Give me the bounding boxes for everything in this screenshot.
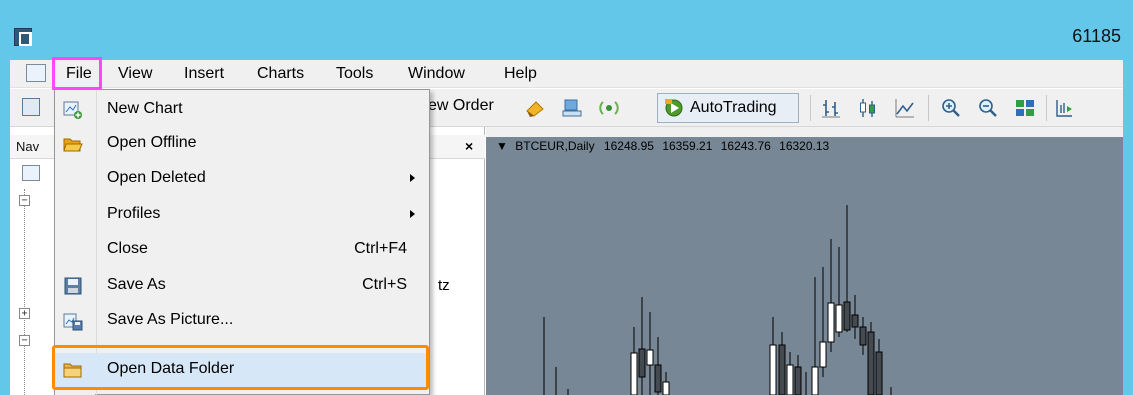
menu-item-close[interactable]: Close Ctrl+F4	[55, 233, 429, 267]
menu-shortcut: Ctrl+S	[362, 276, 407, 293]
menu-charts[interactable]: Charts	[257, 64, 304, 86]
submenu-arrow-icon	[410, 210, 415, 218]
menu-tools[interactable]: Tools	[336, 64, 373, 86]
menu-item-label: Open Deleted	[107, 169, 206, 186]
candle-body	[794, 366, 802, 395]
candle-body	[851, 314, 859, 328]
menu-item-label: Save As	[107, 276, 166, 293]
autotrading-label: AutoTrading	[690, 99, 777, 116]
menu-bar: File View Insert Charts Tools Window Hel…	[10, 60, 1123, 88]
toolbar-separator	[1046, 95, 1047, 121]
truncated-account-text: tz	[438, 277, 450, 294]
chart-shift-icon[interactable]	[1053, 97, 1075, 119]
menu-view[interactable]: View	[118, 64, 152, 86]
candle-body	[630, 352, 638, 395]
candle-body	[859, 326, 867, 346]
open-data-folder-highlight-box	[52, 345, 429, 390]
title-bar: 61185	[0, 0, 1133, 60]
candlestick-icon[interactable]	[857, 97, 879, 119]
menu-item-profiles[interactable]: Profiles	[55, 198, 429, 232]
new-order-button[interactable]: ew Order	[428, 97, 494, 115]
candle-body	[638, 348, 646, 378]
toolbar-separator	[810, 95, 811, 121]
signal-icon[interactable]	[598, 97, 620, 119]
candle-body	[778, 344, 786, 395]
app-logo-icon	[14, 28, 32, 46]
candle-body	[786, 364, 794, 395]
menu-item-label: Close	[107, 240, 148, 257]
new-chart-icon[interactable]	[22, 98, 40, 116]
window-border-left	[0, 0, 10, 395]
autotrading-icon	[665, 99, 683, 117]
tile-windows-icon[interactable]	[1014, 97, 1036, 119]
save-picture-icon	[63, 313, 83, 331]
menu-item-label: Profiles	[107, 205, 161, 222]
chart-close: 16320.13	[779, 139, 830, 153]
bar-chart-icon[interactable]	[820, 97, 842, 119]
chart-high: 16359.21	[662, 139, 713, 153]
close-icon[interactable]: ×	[465, 138, 473, 154]
menu-item-save-as-picture[interactable]: Save As Picture...	[55, 304, 429, 338]
toolbar-separator	[928, 95, 929, 121]
chart-header: ▼ BTCEUR,Daily 16248.95 16359.21 16243.7…	[496, 139, 834, 153]
menu-insert[interactable]: Insert	[184, 64, 224, 86]
tree-connector	[24, 189, 25, 395]
chart-dropdown-icon[interactable]: ▼	[496, 139, 508, 153]
menu-item-label: Open Offline	[107, 134, 197, 151]
menu-item-open-deleted[interactable]: Open Deleted	[55, 162, 429, 196]
menu-item-new-chart[interactable]: New Chart	[55, 93, 429, 127]
floppy-disk-icon	[64, 277, 82, 295]
candle-body	[769, 344, 777, 395]
menu-window[interactable]: Window	[408, 64, 465, 86]
zoom-in-icon[interactable]	[940, 97, 962, 119]
file-menu-highlight-box	[52, 57, 102, 90]
candle-body	[875, 351, 883, 395]
candle-body	[662, 381, 670, 395]
zoom-out-icon[interactable]	[977, 97, 999, 119]
candle-body	[827, 302, 835, 343]
line-chart-icon[interactable]	[894, 97, 916, 119]
candle-body	[819, 341, 827, 368]
autotrading-button[interactable]: AutoTrading	[657, 93, 799, 123]
candlestick-chart	[543, 205, 892, 395]
chart-symbol: BTCEUR,Daily	[515, 139, 595, 153]
people-icon[interactable]	[561, 97, 583, 119]
candle-body	[654, 364, 662, 393]
tree-expand-icon[interactable]: +	[19, 308, 30, 319]
candle-body	[835, 304, 843, 333]
menu-help[interactable]: Help	[504, 64, 537, 86]
window-border-right	[1123, 0, 1133, 395]
navigator-title: Nav	[16, 139, 40, 154]
candle-body	[811, 366, 819, 395]
window-title: 61185	[1072, 26, 1121, 46]
submenu-arrow-icon	[410, 174, 415, 182]
menu-item-label: New Chart	[107, 100, 183, 117]
folder-open-icon	[63, 138, 83, 152]
menu-item-label: Save As Picture...	[107, 311, 234, 328]
chart-low: 16243.76	[720, 139, 771, 153]
metaeditor-icon[interactable]	[524, 97, 546, 119]
candle-body	[867, 331, 875, 395]
chart-window[interactable]: ▼ BTCEUR,Daily 16248.95 16359.21 16243.7…	[486, 127, 1123, 395]
chart-window-icon[interactable]	[26, 64, 46, 82]
chart-open: 16248.95	[603, 139, 654, 153]
mt4-window: 61185 File View Insert Charts Tools Wind…	[0, 0, 1133, 395]
menu-item-open-offline[interactable]: Open Offline	[55, 127, 429, 161]
menu-shortcut: Ctrl+F4	[354, 240, 407, 257]
tree-collapse-icon[interactable]: −	[19, 195, 30, 206]
menu-item-save-as[interactable]: Save As Ctrl+S	[55, 269, 429, 303]
candle-body	[646, 349, 654, 366]
new-chart-icon	[63, 101, 82, 119]
tree-collapse-icon[interactable]: −	[19, 335, 30, 346]
terminal-icon	[22, 165, 40, 181]
candle-body	[843, 301, 851, 331]
